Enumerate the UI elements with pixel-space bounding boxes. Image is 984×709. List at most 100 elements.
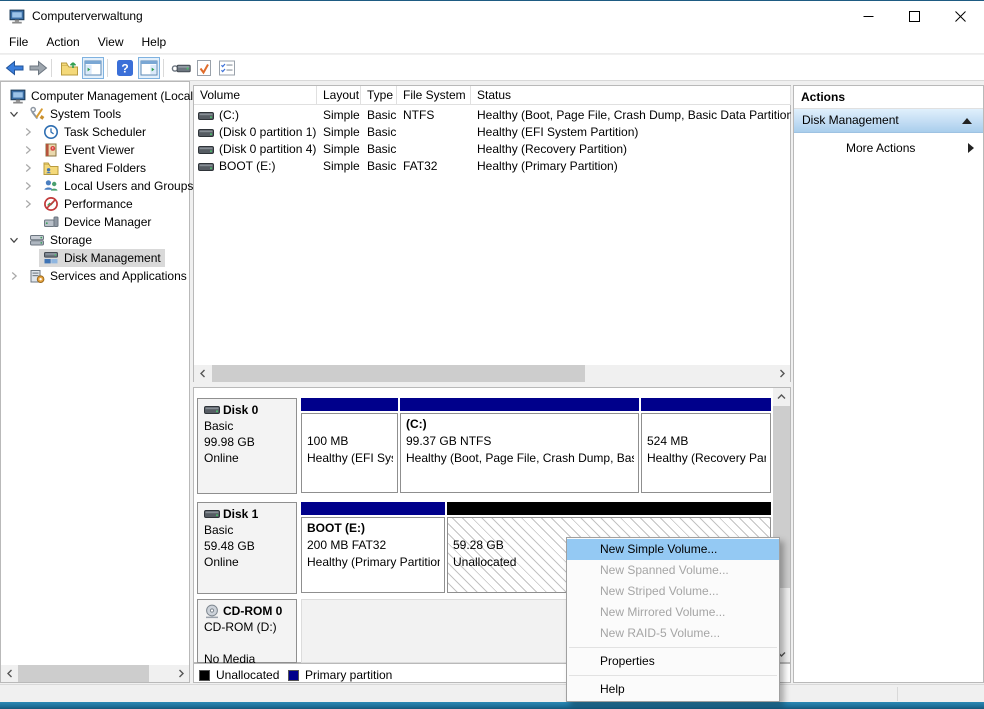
tree-item-event-viewer[interactable]: Event Viewer [1, 141, 189, 159]
tree-item-local-users-and-groups[interactable]: Local Users and Groups [1, 177, 189, 195]
partition-segment[interactable]: 100 MBHealthy (EFI System Partition) [301, 398, 398, 494]
chevron-right-icon[interactable] [23, 145, 33, 155]
chevron-right-icon[interactable] [23, 199, 33, 209]
tree-item-system-tools[interactable]: System Tools [1, 105, 189, 123]
scroll-up-button[interactable] [773, 388, 790, 405]
disk-info-line: 99.98 GB [204, 434, 296, 450]
scroll-right-button[interactable] [172, 665, 189, 682]
volume-list-h-scrollbar[interactable] [194, 365, 790, 382]
more-actions-item[interactable]: More Actions [794, 137, 983, 159]
tree-selection[interactable]: Disk Management [39, 249, 165, 267]
column-header-type[interactable]: Type [361, 86, 397, 105]
menu-item-help[interactable]: Help [567, 679, 779, 700]
list-view-button[interactable] [216, 57, 238, 79]
tree-item-content[interactable]: Services and Applications [25, 267, 191, 285]
cell-volume: BOOT (E:) [194, 158, 317, 175]
tree-item-content[interactable]: Storage [25, 231, 96, 249]
maximize-button[interactable] [891, 2, 937, 31]
menu-item-new-simple-volume[interactable]: New Simple Volume... [567, 539, 779, 560]
menu-item-properties[interactable]: Properties [567, 651, 779, 672]
tree-item-content[interactable]: Local Users and Groups [39, 177, 197, 195]
menu-help[interactable]: Help [133, 32, 176, 53]
chevron-right-icon[interactable] [23, 127, 33, 137]
volume-row[interactable]: BOOT (E:)SimpleBasicFAT32Healthy (Primar… [194, 158, 790, 175]
scroll-left-button[interactable] [194, 365, 211, 382]
up-folder-button[interactable] [58, 57, 80, 79]
volume-disk-icon [198, 162, 214, 172]
tree-item-services-and-applications[interactable]: Services and Applications [1, 267, 189, 285]
back-button[interactable] [4, 57, 26, 79]
disk-header[interactable]: Disk 1Basic59.48 GBOnline [197, 502, 297, 594]
tree-item-label: Local Users and Groups [64, 179, 193, 193]
close-button[interactable] [937, 2, 983, 31]
tree-item-content[interactable]: Device Manager [39, 213, 155, 231]
disk-header[interactable]: CD-ROM 0CD-ROM (D:) No Media [197, 599, 297, 663]
cell-layout: Simple [317, 124, 361, 141]
scroll-thumb[interactable] [212, 365, 585, 382]
volume-row[interactable]: (Disk 0 partition 4)SimpleBasicHealthy (… [194, 141, 790, 158]
tree-item-storage[interactable]: Storage [1, 231, 189, 249]
scroll-left-button[interactable] [1, 665, 18, 682]
tree-item-disk-management[interactable]: Disk Management [1, 249, 189, 267]
maximize-icon [909, 11, 920, 22]
tree-item-content[interactable]: Performance [39, 195, 137, 213]
rescan-disks-button[interactable] [170, 57, 192, 79]
tree-h-scrollbar[interactable] [1, 665, 189, 682]
help-button[interactable]: ? [114, 57, 136, 79]
toolbar-separator [51, 59, 52, 77]
tree-item-shared-folders[interactable]: Shared Folders [1, 159, 189, 177]
tree-item-content[interactable]: System Tools [25, 105, 125, 123]
minimize-button[interactable] [845, 2, 891, 31]
partition-segment[interactable]: (C:)99.37 GB NTFSHealthy (Boot, Page Fil… [400, 398, 639, 494]
actions-group-disk-management[interactable]: Disk Management [794, 109, 983, 133]
menu-file[interactable]: File [0, 32, 37, 53]
chevron-down-icon[interactable] [9, 109, 19, 119]
show-action-pane-icon [140, 60, 158, 76]
tree-item-computer-management-local[interactable]: Computer Management (Local) [1, 87, 189, 105]
column-header-file-system[interactable]: File System [397, 86, 471, 105]
partition-info-line: Healthy (Primary Partition) [307, 554, 440, 571]
tree-item-content[interactable]: Task Scheduler [39, 123, 150, 141]
scroll-right-button[interactable] [773, 365, 790, 382]
tree-item-device-manager[interactable]: Device Manager [1, 213, 189, 231]
list-view-icon [218, 59, 236, 77]
partition-body[interactable]: (C:)99.37 GB NTFSHealthy (Boot, Page Fil… [400, 413, 639, 493]
tree-item-label: Shared Folders [64, 161, 146, 175]
partition-body[interactable]: 100 MBHealthy (EFI System Partition) [301, 413, 398, 493]
cell-file_system: NTFS [397, 107, 471, 124]
chevron-right-icon[interactable] [9, 271, 19, 281]
menu-action[interactable]: Action [37, 32, 88, 53]
column-header-status[interactable]: Status [471, 86, 791, 105]
tree-item-label: Storage [50, 233, 92, 247]
chevron-right-icon[interactable] [23, 163, 33, 173]
partition-segment[interactable]: 524 MBHealthy (Recovery Partition) [641, 398, 771, 494]
column-header-layout[interactable]: Layout [317, 86, 361, 105]
tree-item-performance[interactable]: Performance [1, 195, 189, 213]
menu-view[interactable]: View [89, 32, 133, 53]
tree-item-task-scheduler[interactable]: Task Scheduler [1, 123, 189, 141]
column-header-volume[interactable]: Volume [194, 86, 317, 105]
disk-header[interactable]: Disk 0Basic99.98 GBOnline [197, 398, 297, 494]
tree-item-content[interactable]: Shared Folders [39, 159, 150, 177]
partition-body[interactable]: BOOT (E:)200 MB FAT32Healthy (Primary Pa… [301, 517, 445, 593]
partition-body[interactable]: 524 MBHealthy (Recovery Partition) [641, 413, 771, 493]
collapse-arrow-icon[interactable] [962, 118, 972, 124]
volume-row[interactable]: (Disk 0 partition 1)SimpleBasicHealthy (… [194, 124, 790, 141]
scroll-thumb[interactable] [18, 665, 149, 682]
chevron-down-icon[interactable] [9, 235, 19, 245]
tree-item-content[interactable]: Computer Management (Local) [6, 87, 201, 105]
volume-row[interactable]: (C:)SimpleBasicNTFSHealthy (Boot, Page F… [194, 107, 790, 124]
cell-status: Healthy (Primary Partition) [471, 158, 791, 175]
statusbar [0, 684, 984, 702]
forward-button[interactable] [27, 57, 49, 79]
disk-name: CD-ROM 0 [204, 603, 296, 619]
legend-item-primary-partition: Primary partition [288, 668, 392, 682]
show-action-pane-button[interactable] [138, 57, 160, 79]
menu-item-new-striped-volume: New Striped Volume... [567, 581, 779, 602]
tree-item-content[interactable]: Event Viewer [39, 141, 138, 159]
check-button[interactable] [193, 57, 215, 79]
partition-segment[interactable]: BOOT (E:)200 MB FAT32Healthy (Primary Pa… [301, 502, 445, 594]
chevron-right-icon[interactable] [23, 181, 33, 191]
show-console-tree-button[interactable] [82, 57, 104, 79]
help-icon: ? [116, 59, 134, 77]
